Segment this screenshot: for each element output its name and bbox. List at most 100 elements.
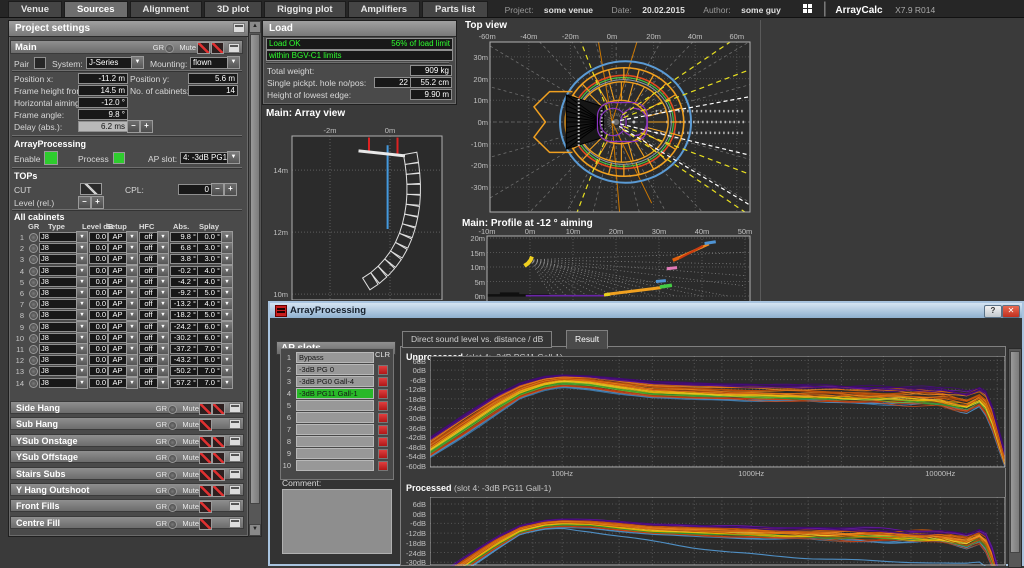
hang-mute-button-1[interactable] — [199, 436, 212, 448]
ap-slot-6[interactable] — [296, 412, 374, 423]
scroll-down-icon[interactable]: ▼ — [249, 524, 261, 536]
mounting-select[interactable]: flown — [190, 57, 229, 69]
hang-mute-button-1[interactable] — [199, 469, 212, 481]
hang-mute-button-1[interactable] — [199, 485, 212, 497]
cabinet-type-select[interactable]: J8 — [39, 355, 77, 365]
hang-mute-button-1[interactable] — [199, 452, 212, 464]
frame-angle-field[interactable]: 9.8 ° — [78, 109, 128, 120]
cabinet-level-field[interactable]: 0.0 — [89, 322, 108, 332]
cabinet-type-select[interactable]: J8 — [39, 299, 77, 309]
cabinet-type-select[interactable]: J8 — [39, 366, 77, 376]
cabinet-hfc-select[interactable]: off — [139, 266, 158, 276]
num-cabinets-field[interactable]: 14 — [188, 85, 238, 96]
cabinet-splay-field[interactable]: 5.0 ° — [197, 288, 222, 298]
hang-section-y-hang-outshoot[interactable]: Y Hang OutshootGRMute — [10, 483, 244, 496]
setup-select-arrow-icon[interactable]: ▼ — [126, 377, 138, 389]
menu-tab-amplifiers[interactable]: Amplifiers — [348, 1, 420, 17]
cabinet-level-field[interactable]: 0.0 — [89, 333, 108, 343]
type-select-arrow-icon[interactable]: ▼ — [76, 287, 88, 299]
splay-select-arrow-icon[interactable]: ▼ — [221, 365, 233, 377]
slot-clear-button[interactable] — [378, 425, 388, 435]
cabinet-gr-radio[interactable] — [29, 367, 38, 376]
hfc-select-arrow-icon[interactable]: ▼ — [157, 287, 169, 299]
menu-tab-alignment[interactable]: Alignment — [130, 1, 202, 17]
type-select-arrow-icon[interactable]: ▼ — [76, 231, 88, 243]
cabinet-hfc-select[interactable]: off — [139, 254, 158, 264]
cabinet-splay-field[interactable]: 6.0 ° — [197, 333, 222, 343]
cabinet-gr-radio[interactable] — [29, 300, 38, 309]
cabinet-type-select[interactable]: J8 — [39, 266, 77, 276]
ap-slot-7[interactable] — [296, 424, 374, 435]
ap-slot-1[interactable]: Bypass — [296, 352, 374, 363]
panel-window-button[interactable] — [233, 23, 245, 33]
cabinet-hfc-select[interactable]: off — [139, 310, 158, 320]
hfc-select-arrow-icon[interactable]: ▼ — [157, 231, 169, 243]
cabinet-gr-radio[interactable] — [29, 311, 38, 320]
cabinet-type-select[interactable]: J8 — [39, 333, 77, 343]
hang-window-button[interactable] — [229, 501, 241, 511]
cabinet-gr-radio[interactable] — [29, 278, 38, 287]
pair-checkbox[interactable] — [34, 57, 46, 69]
cabinet-gr-radio[interactable] — [29, 379, 38, 388]
hang-mute-button-2[interactable] — [212, 485, 225, 497]
setup-select-arrow-icon[interactable]: ▼ — [126, 287, 138, 299]
slot-clear-button[interactable] — [378, 437, 388, 447]
cabinet-level-field[interactable]: 0.0 — [89, 378, 108, 388]
hang-mute-button-1[interactable] — [199, 419, 212, 431]
ap-content-scrollbar[interactable] — [1008, 348, 1022, 568]
cut-button[interactable] — [80, 183, 102, 195]
slot-clear-button[interactable] — [378, 401, 388, 411]
setup-select-arrow-icon[interactable]: ▼ — [126, 276, 138, 288]
splay-select-arrow-icon[interactable]: ▼ — [221, 321, 233, 333]
hang-gr-radio[interactable] — [168, 438, 177, 447]
cabinet-setup-select[interactable]: AP — [108, 310, 127, 320]
cabinet-splay-field[interactable]: 4.0 ° — [197, 299, 222, 309]
menu-tab-venue[interactable]: Venue — [8, 1, 62, 17]
cabinet-setup-select[interactable]: AP — [108, 333, 127, 343]
cabinet-hfc-select[interactable]: off — [139, 322, 158, 332]
cabinet-level-field[interactable]: 0.0 — [89, 254, 108, 264]
cabinet-setup-select[interactable]: AP — [108, 322, 127, 332]
setup-select-arrow-icon[interactable]: ▼ — [126, 321, 138, 333]
level-rel-minus-button[interactable]: – — [78, 196, 91, 209]
tab-direct-sound-level[interactable]: Direct sound level vs. distance / dB — [402, 331, 552, 348]
cabinet-gr-radio[interactable] — [29, 289, 38, 298]
enable-indicator[interactable] — [44, 151, 58, 165]
setup-select-arrow-icon[interactable]: ▼ — [126, 265, 138, 277]
hang-section-front-fills[interactable]: Front FillsGRMute — [10, 499, 244, 512]
slot-clear-button[interactable] — [378, 449, 388, 459]
cabinet-setup-select[interactable]: AP — [108, 378, 127, 388]
cabinet-hfc-select[interactable]: off — [139, 277, 158, 287]
cabinet-level-field[interactable]: 0.0 — [89, 344, 108, 354]
setup-select-arrow-icon[interactable]: ▼ — [126, 309, 138, 321]
menu-tab-parts-list[interactable]: Parts list — [422, 1, 488, 17]
slot-clear-button[interactable] — [378, 389, 388, 399]
menu-tab-rigging-plot[interactable]: Rigging plot — [264, 1, 345, 17]
cabinet-setup-select[interactable]: AP — [108, 344, 127, 354]
cabinet-hfc-select[interactable]: off — [139, 288, 158, 298]
main-mute-button-2[interactable] — [211, 42, 224, 54]
hang-section-sub-hang[interactable]: Sub HangGRMute — [10, 417, 244, 430]
cabinet-hfc-select[interactable]: off — [139, 243, 158, 253]
setup-select-arrow-icon[interactable]: ▼ — [126, 354, 138, 366]
main-mute-button-1[interactable] — [197, 42, 210, 54]
hang-mute-button-1[interactable] — [199, 403, 212, 415]
system-select-arrow-icon[interactable]: ▼ — [131, 56, 144, 69]
splay-select-arrow-icon[interactable]: ▼ — [221, 276, 233, 288]
type-select-arrow-icon[interactable]: ▼ — [76, 242, 88, 254]
project-settings-scrollbar[interactable]: ▲ ▼ — [248, 20, 262, 537]
cabinet-splay-field[interactable]: 7.0 ° — [197, 344, 222, 354]
ap-slot-select-arrow-icon[interactable]: ▼ — [227, 151, 240, 164]
splay-select-arrow-icon[interactable]: ▼ — [221, 309, 233, 321]
hang-section-side-hang[interactable]: Side HangGRMute — [10, 401, 244, 414]
cabinet-level-field[interactable]: 0.0 — [89, 232, 108, 242]
main-minimize-button[interactable] — [228, 43, 240, 53]
menu-tab-sources[interactable]: Sources — [64, 1, 128, 17]
level-rel-plus-button[interactable]: + — [91, 196, 104, 209]
hang-mute-button-2[interactable] — [212, 469, 225, 481]
ap-slot-select[interactable]: 4: -3dB PG11 — [180, 152, 229, 164]
type-select-arrow-icon[interactable]: ▼ — [76, 276, 88, 288]
type-select-arrow-icon[interactable]: ▼ — [76, 309, 88, 321]
slot-clear-button[interactable] — [378, 377, 388, 387]
splay-select-arrow-icon[interactable]: ▼ — [221, 332, 233, 344]
